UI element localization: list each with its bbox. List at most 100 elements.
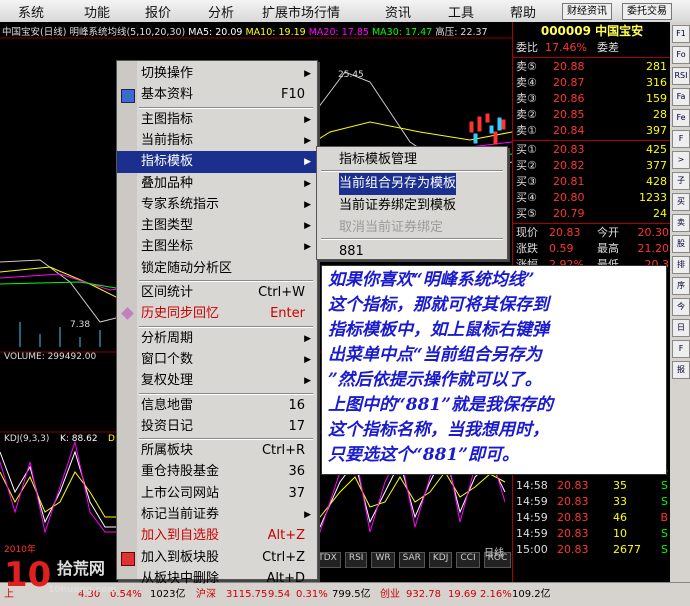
tick-row: 14:58 20.83 35 S: [513, 478, 671, 494]
context-menu-item[interactable]: 投资日记 17: [117, 416, 317, 438]
context-menu-item[interactable]: 基本资料 F10: [117, 84, 317, 106]
toolstrip-button[interactable]: 日: [672, 319, 690, 337]
buy-row[interactable]: 买③ 20.81 428: [513, 174, 671, 190]
menu-tools[interactable]: 工具: [448, 2, 474, 21]
tab-sar[interactable]: SAR: [398, 552, 425, 568]
tab-rsi[interactable]: RSI: [344, 552, 368, 568]
status-gem-value: 932.78: [406, 589, 441, 600]
toolstrip-button[interactable]: RSI: [672, 67, 690, 85]
context-menu-item[interactable]: 分析周期 ▶: [117, 328, 317, 350]
price-low-label: 7.38: [70, 320, 91, 330]
toolstrip-button[interactable]: F: [672, 130, 690, 148]
context-menu-label: 加入到自选股: [141, 528, 220, 544]
menu-function[interactable]: 功能: [84, 2, 110, 21]
buy-price: 20.81: [553, 175, 585, 188]
toolstrip-button[interactable]: 序: [672, 277, 690, 295]
context-menu-item[interactable]: 历史同步回忆 Enter: [117, 303, 317, 325]
submenu-item[interactable]: 881: [317, 241, 507, 263]
context-menu-item[interactable]: 从板块中删除 Alt+D: [117, 568, 317, 590]
sell-row[interactable]: 卖⑤ 20.88 281: [513, 59, 671, 75]
toolstrip-button[interactable]: >: [672, 151, 690, 169]
ma20-value: MA20: 17.85: [308, 27, 369, 38]
tick-time: 15:00: [516, 543, 548, 556]
period-label[interactable]: 日线: [484, 544, 504, 559]
context-menu-shortcut: Enter: [270, 306, 305, 322]
context-menu-label: 复权处理: [141, 373, 194, 389]
status-index-amount: 799.5亿: [332, 589, 371, 600]
sell-row[interactable]: 卖① 20.84 397: [513, 123, 671, 139]
context-menu-item[interactable]: 区间统计 Ctrl+W: [117, 282, 317, 304]
toolstrip-button[interactable]: F: [672, 340, 690, 358]
submenu-item[interactable]: 当前组合另存为模板: [317, 173, 507, 195]
toolstrip-button[interactable]: 排: [672, 256, 690, 274]
context-menu-label: 信息地雷: [141, 397, 194, 413]
tab-wr[interactable]: WR: [371, 552, 395, 568]
sell-row[interactable]: 卖② 20.85 28: [513, 107, 671, 123]
trade-button[interactable]: 委托交易: [622, 3, 672, 20]
context-menu-item[interactable]: 所属板块 Ctrl+R: [117, 440, 317, 462]
context-menu-item[interactable]: 重仓持股基金 36: [117, 461, 317, 483]
price-peak-label: 25.45: [338, 70, 364, 80]
context-menu-item[interactable]: 上市公司网站 37: [117, 483, 317, 505]
context-menu-item[interactable]: 主图类型 ▶: [117, 215, 317, 237]
toolstrip-button[interactable]: 报: [672, 361, 690, 379]
context-menu-shortcut: F10: [280, 87, 305, 103]
context-menu-item[interactable]: 标记当前证券 ▶: [117, 504, 317, 526]
context-menu-item[interactable]: 加入到板块股 Ctrl+Z: [117, 547, 317, 569]
toolstrip-button[interactable]: 卖: [672, 214, 690, 232]
menu-extended-market[interactable]: 扩展市场行情: [262, 2, 340, 21]
context-menu-item[interactable]: 锁定随动分析区: [117, 258, 317, 280]
context-menu-shortcut: Alt+D: [266, 570, 305, 586]
menu-help[interactable]: 帮助: [510, 2, 536, 21]
tick-price: 20.83: [557, 479, 589, 492]
note-line: 上图中的“881”就是我保存的: [328, 395, 554, 415]
toolstrip-button[interactable]: F1: [672, 25, 690, 43]
f10-icon: [121, 89, 135, 104]
buy-row[interactable]: 买⑤ 20.79 24: [513, 206, 671, 222]
submenu-item[interactable]: 当前证券绑定到模板: [317, 195, 507, 217]
add-block-icon: [121, 551, 135, 566]
sell-price: 20.84: [553, 124, 585, 137]
buy-volume: 377: [646, 159, 667, 172]
context-menu-item[interactable]: 专家系统指示 ▶: [117, 194, 317, 216]
context-menu-item[interactable]: 加入到自选股 Alt+Z: [117, 525, 317, 547]
finance-news-button[interactable]: 财经资讯: [562, 3, 612, 20]
context-menu-item[interactable]: 窗口个数 ▶: [117, 349, 317, 371]
tick-volume: 35: [613, 479, 627, 492]
menu-system[interactable]: 系统: [18, 2, 44, 21]
context-menu-item[interactable]: 复权处理 ▶: [117, 370, 317, 392]
context-menu-item[interactable]: 当前指标 ▶: [117, 130, 317, 152]
sell-row[interactable]: 卖③ 20.86 159: [513, 91, 671, 107]
submenu-item[interactable]: 指标模板管理: [317, 149, 507, 171]
menu-quote[interactable]: 报价: [145, 2, 171, 21]
ratio-label: 委比: [516, 41, 538, 54]
menu-separator: [321, 238, 503, 240]
buy-price: 20.82: [553, 159, 585, 172]
toolstrip-button[interactable]: Fo: [672, 46, 690, 64]
context-menu-item[interactable]: 切换操作 ▶: [117, 63, 317, 85]
context-menu-item[interactable]: 叠加品种 ▶: [117, 173, 317, 195]
toolstrip-button[interactable]: 股: [672, 235, 690, 253]
toolstrip-button[interactable]: 子: [672, 172, 690, 190]
menu-analysis[interactable]: 分析: [208, 2, 234, 21]
buy-row[interactable]: 买① 20.83 425: [513, 142, 671, 158]
tab-kdj[interactable]: KDJ: [428, 552, 453, 568]
indicator-template-submenu: 指标模板管理 当前组合另存为模板 当前证券绑定到模板 取消当前证券绑定 881: [316, 146, 508, 260]
context-menu-item[interactable]: 主图坐标 ▶: [117, 236, 317, 258]
menu-info[interactable]: 资讯: [385, 2, 411, 21]
memory-icon: [121, 307, 134, 321]
sell-row[interactable]: 卖④ 20.87 316: [513, 75, 671, 91]
toolstrip-button[interactable]: 今: [672, 298, 690, 316]
tab-cci[interactable]: CCI: [456, 552, 480, 568]
stat-label: 最高: [597, 242, 619, 255]
buy-label: 买①: [516, 143, 537, 156]
toolstrip-button[interactable]: Fa: [672, 88, 690, 106]
context-menu-shortcut: Alt+Z: [267, 528, 305, 544]
context-menu-item[interactable]: 信息地雷 16: [117, 395, 317, 417]
toolstrip-button[interactable]: Fe: [672, 109, 690, 127]
toolstrip-button[interactable]: 买: [672, 193, 690, 211]
context-menu-item[interactable]: 指标模板 ▶: [117, 151, 317, 174]
context-menu-item[interactable]: 主图指标 ▶: [117, 109, 317, 131]
buy-row[interactable]: 买② 20.82 377: [513, 158, 671, 174]
buy-row[interactable]: 买④ 20.80 1233: [513, 190, 671, 206]
